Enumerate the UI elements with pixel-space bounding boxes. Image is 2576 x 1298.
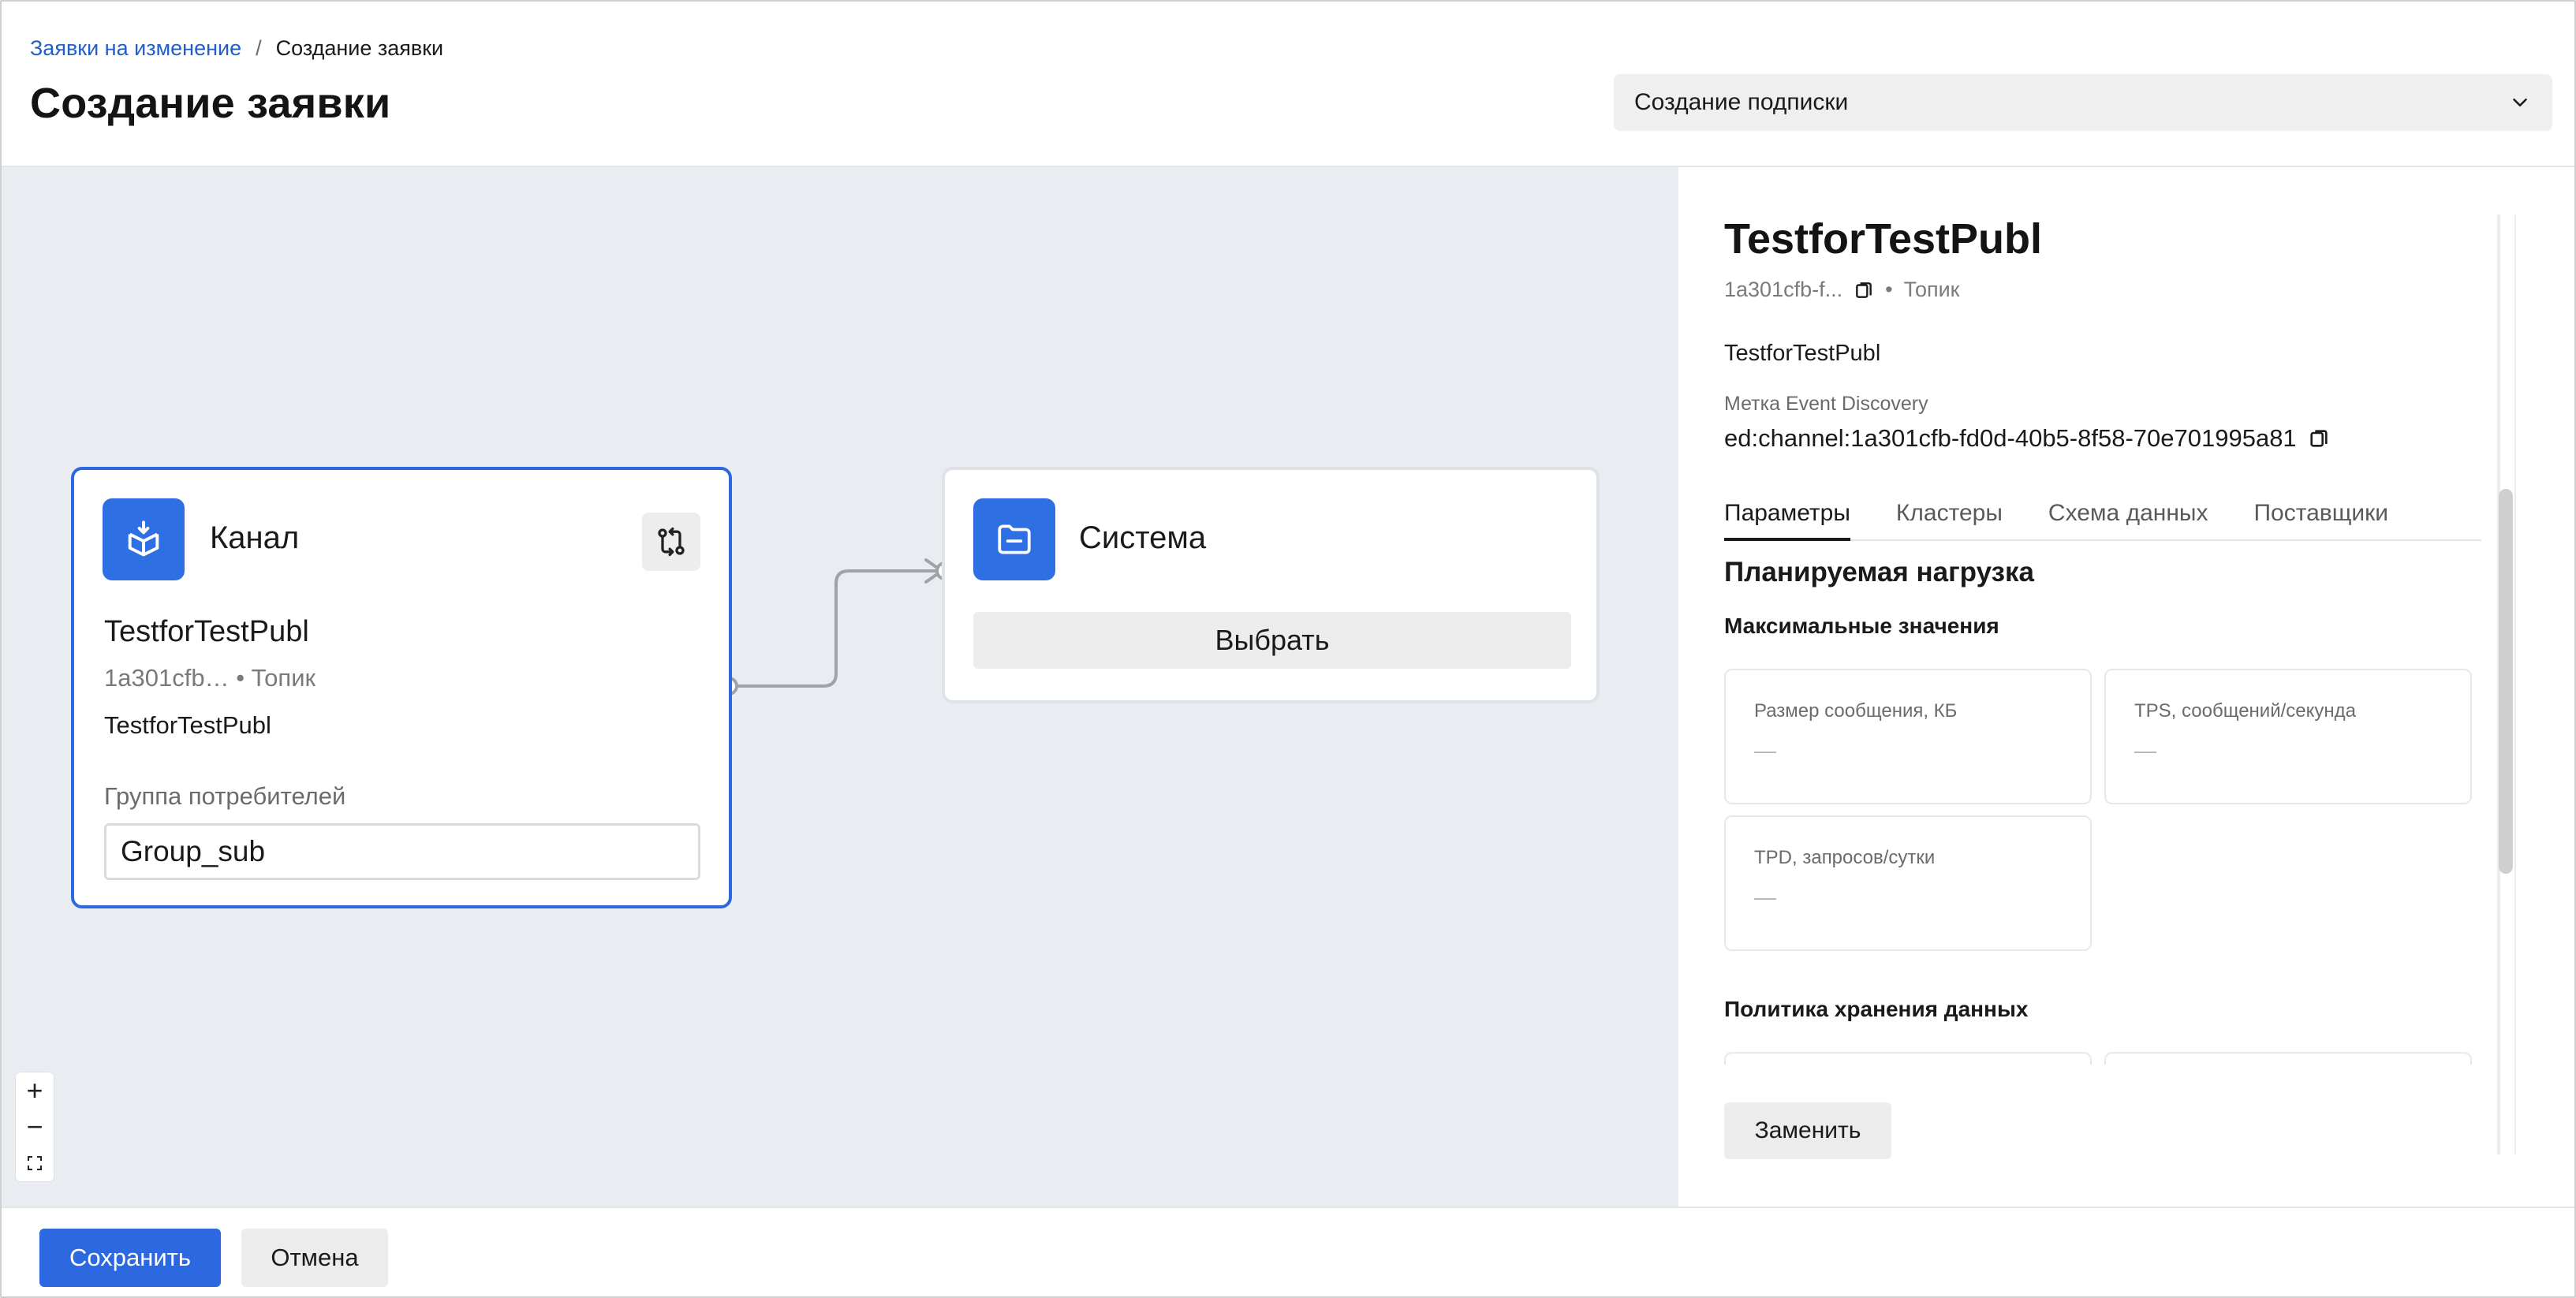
event-discovery-id: ed:channel:1a301cfb-fd0d-40b5-8f58-70e70…: [1724, 424, 2297, 452]
channel-node[interactable]: Канал TestforTestPubl 1a301cfb… • Топик …: [71, 467, 732, 908]
tab-providers[interactable]: Поставщики: [2253, 492, 2388, 541]
panel-meta: 1a301cfb-f... • Топик: [1724, 278, 1959, 302]
metric-value: —: [2134, 738, 2156, 763]
breadcrumb-separator: /: [256, 36, 262, 60]
replace-button[interactable]: Заменить: [1724, 1102, 1891, 1159]
panel-tabs: Параметры Кластеры Схема данных Поставщи…: [1724, 492, 2481, 541]
page-title: Создание заявки: [30, 80, 391, 127]
channel-node-type: Топик: [251, 664, 316, 692]
fit-screen-icon: [28, 1156, 42, 1170]
system-node-title: Система: [1079, 520, 1207, 555]
retention-policy-title: Политика хранения данных: [1724, 997, 2029, 1021]
swap-button[interactable]: [642, 513, 700, 571]
metric-label: TPD, запросов/сутки: [1754, 847, 1936, 868]
consumer-group-label: Группа потребителей: [104, 782, 346, 810]
metric-card-message-size: Размер сообщения, КБ —: [1724, 669, 2092, 804]
metric-label: Размер сообщения, КБ: [1754, 700, 1958, 722]
flow-canvas[interactable]: Канал TestforTestPubl 1a301cfb… • Топик …: [2, 167, 1678, 1207]
copy-icon[interactable]: [1854, 280, 1874, 300]
channel-node-meta: 1a301cfb… • Топик: [104, 664, 315, 692]
panel-scroll-edge: [2514, 214, 2516, 1154]
metric-value: —: [1754, 738, 1776, 763]
request-type-select-value: Создание подписки: [1634, 89, 1849, 115]
tab-clusters[interactable]: Кластеры: [1896, 492, 2003, 541]
meta-separator: •: [236, 664, 245, 692]
tab-parameters[interactable]: Параметры: [1724, 492, 1850, 541]
retention-card: [1724, 1052, 2092, 1065]
breadcrumb-current: Создание заявки: [275, 36, 444, 60]
tab-data-schema[interactable]: Схема данных: [2048, 492, 2208, 541]
app-window: Заявки на изменение / Создание заявки Со…: [0, 0, 2576, 1298]
zoom-in-button[interactable]: +: [16, 1072, 54, 1109]
node-icon-box: [103, 498, 185, 580]
load-section-title: Планируемая нагрузка: [1724, 557, 2034, 587]
request-type-select[interactable]: Создание подписки: [1614, 74, 2552, 131]
swap-arrows-icon: [658, 527, 685, 557]
breadcrumb-link-requests[interactable]: Заявки на изменение: [30, 36, 241, 61]
system-node[interactable]: Система Выбрать: [942, 467, 1600, 703]
node-icon-box: [973, 498, 1055, 580]
metric-card-tpd: TPD, запросов/сутки —: [1724, 815, 2092, 951]
channel-node-title: Канал: [210, 520, 300, 555]
folder-icon: [998, 524, 1031, 554]
scroll-fade: [1710, 1065, 2522, 1096]
retention-card: [2104, 1052, 2472, 1065]
event-discovery-label: Метка Event Discovery: [1724, 393, 1928, 415]
select-system-button[interactable]: Выбрать: [973, 612, 1571, 669]
channel-node-name: TestforTestPubl: [104, 615, 309, 648]
panel-type: Топик: [1903, 278, 1960, 301]
save-button[interactable]: Сохранить: [39, 1229, 221, 1287]
copy-icon[interactable]: [2308, 427, 2330, 449]
panel-scrollbar[interactable]: [2499, 489, 2513, 874]
zoom-out-button[interactable]: −: [16, 1109, 54, 1145]
consumer-group-input[interactable]: Group_sub: [104, 823, 700, 880]
breadcrumb: Заявки на изменение / Создание заявки: [30, 36, 443, 61]
footer-bar: Сохранить Отмена: [2, 1207, 2574, 1296]
chevron-down-icon: [2513, 99, 2527, 106]
metric-value: —: [1754, 885, 1776, 909]
meta-separator: •: [1885, 278, 1893, 301]
cancel-button[interactable]: Отмена: [241, 1229, 388, 1287]
fit-view-button[interactable]: [16, 1145, 54, 1181]
panel-title: TestforTestPubl: [1724, 215, 2043, 263]
details-panel: TestforTestPubl 1a301cfb-f... • Топик Te…: [1678, 167, 2574, 1207]
package-download-icon: [128, 520, 159, 557]
panel-id: 1a301cfb-f...: [1724, 278, 1843, 301]
channel-node-id: 1a301cfb…: [104, 664, 230, 692]
zoom-controls: + −: [16, 1072, 54, 1181]
max-values-title: Максимальные значения: [1724, 614, 1999, 638]
channel-node-description: TestforTestPubl: [104, 711, 271, 739]
panel-description: TestforTestPubl: [1724, 341, 1881, 366]
metric-label: TPS, сообщений/секунда: [2134, 700, 2357, 722]
event-discovery-value: ed:channel:1a301cfb-fd0d-40b5-8f58-70e70…: [1724, 424, 2330, 453]
metric-card-tps: TPS, сообщений/секунда —: [2104, 669, 2472, 804]
